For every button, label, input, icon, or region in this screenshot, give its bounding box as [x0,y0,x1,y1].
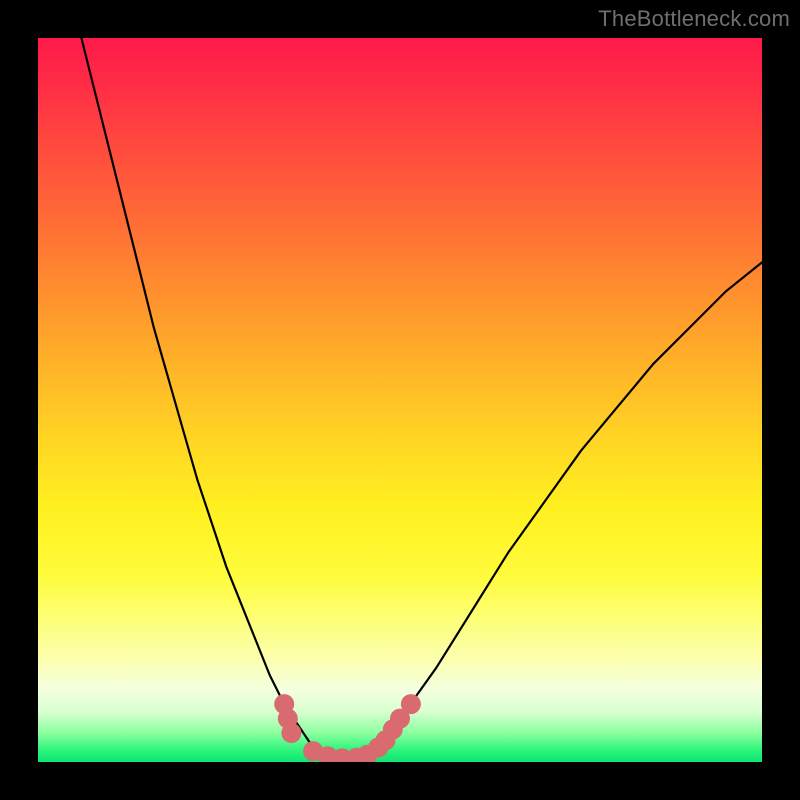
marker-dot [401,694,421,714]
chart-frame: TheBottleneck.com [0,0,800,800]
curve-markers [274,694,421,762]
plot-area [38,38,762,762]
watermark-text: TheBottleneck.com [598,6,790,32]
bottleneck-curve-path [81,38,762,762]
marker-dot [281,723,301,743]
curve-svg [38,38,762,762]
